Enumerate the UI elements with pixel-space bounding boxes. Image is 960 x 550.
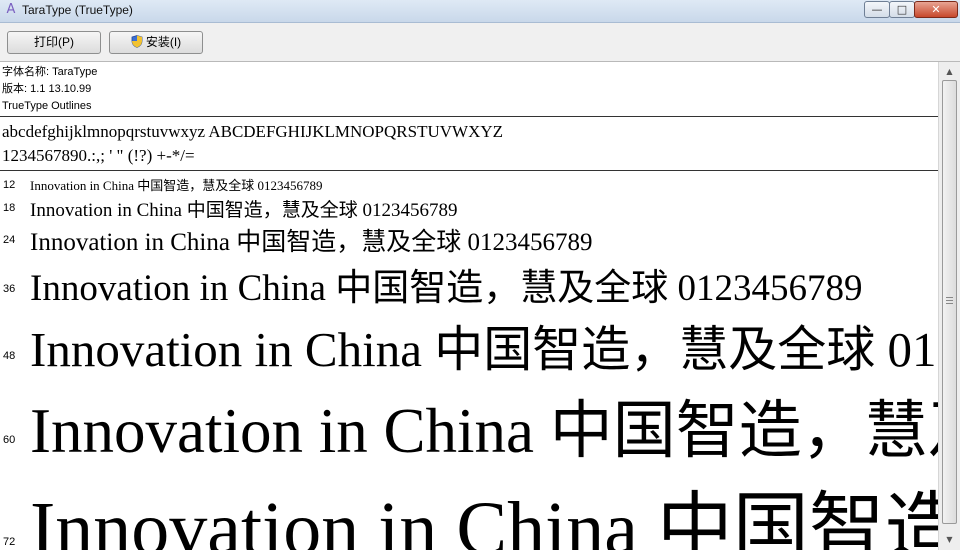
close-button[interactable]: ✕ <box>914 1 958 18</box>
font-info: 字体名称: TaraType 版本: 1.1 13.10.99 TrueType… <box>2 64 97 115</box>
maximize-button[interactable]: □ <box>889 1 915 18</box>
thumb-grip <box>946 297 953 298</box>
thumb-grip <box>946 300 953 301</box>
font-version-line: 版本: 1.1 13.10.99 <box>2 83 92 95</box>
thumb-grip <box>946 303 953 304</box>
install-button[interactable]: 安装(I) <box>109 31 203 54</box>
sample-size-label: 36 <box>3 283 16 295</box>
sample-size-label: 12 <box>3 179 16 191</box>
scroll-down-arrow-icon[interactable]: ▼ <box>942 532 957 547</box>
sample-text: Innovation in China 中国智造，慧及全球 0123456789 <box>30 487 938 550</box>
sample-size-label: 48 <box>3 350 16 362</box>
sample-size-label: 72 <box>3 536 16 548</box>
install-button-label: 安装(I) <box>145 35 182 49</box>
sample-text: Innovation in China 中国智造，慧及全球 0123456789 <box>30 200 458 221</box>
vertical-scrollbar[interactable]: ▲ ▼ <box>938 62 960 550</box>
sample-text: Innovation in China 中国智造，慧及全球 0123456789 <box>30 396 938 466</box>
divider <box>0 170 938 171</box>
minimize-button[interactable]: — <box>864 1 890 18</box>
sample-text: Innovation in China 中国智造，慧及全球 0123456789 <box>30 322 938 377</box>
font-preview-pane: 字体名称: TaraType 版本: 1.1 13.10.99 TrueType… <box>0 62 938 550</box>
toolbar: 打印(P) 安装(I) <box>0 23 960 62</box>
print-button[interactable]: 打印(P) <box>7 31 101 54</box>
sample-size-label: 18 <box>3 202 16 214</box>
sample-size-label: 24 <box>3 234 16 246</box>
font-viewer-icon: A <box>6 2 16 17</box>
scrollbar-thumb[interactable] <box>942 80 957 524</box>
sample-text: Innovation in China 中国智造，慧及全球 0123456789 <box>30 229 593 256</box>
font-outline-line: TrueType Outlines <box>2 100 92 112</box>
font-name-line: 字体名称: TaraType <box>2 66 98 78</box>
title-bar: A TaraType (TrueType) — □ ✕ <box>0 0 960 23</box>
scroll-up-arrow-icon[interactable]: ▲ <box>942 64 957 79</box>
charset-letters: abcdefghijklmnopqrstuvwxyz ABCDEFGHIJKLM… <box>2 122 504 141</box>
divider <box>0 116 938 117</box>
shield-icon <box>131 35 143 48</box>
sample-text: Innovation in China 中国智造，慧及全球 0123456789 <box>30 178 323 193</box>
sample-text: Innovation in China 中国智造，慧及全球 0123456789 <box>30 268 863 309</box>
print-button-label: 打印(P) <box>34 35 74 49</box>
window-title: TaraType (TrueType) <box>22 3 133 17</box>
charset-digits-symbols: 1234567890.:,; ' " (!?) +-*/= <box>2 146 195 165</box>
sample-size-label: 60 <box>3 434 16 446</box>
